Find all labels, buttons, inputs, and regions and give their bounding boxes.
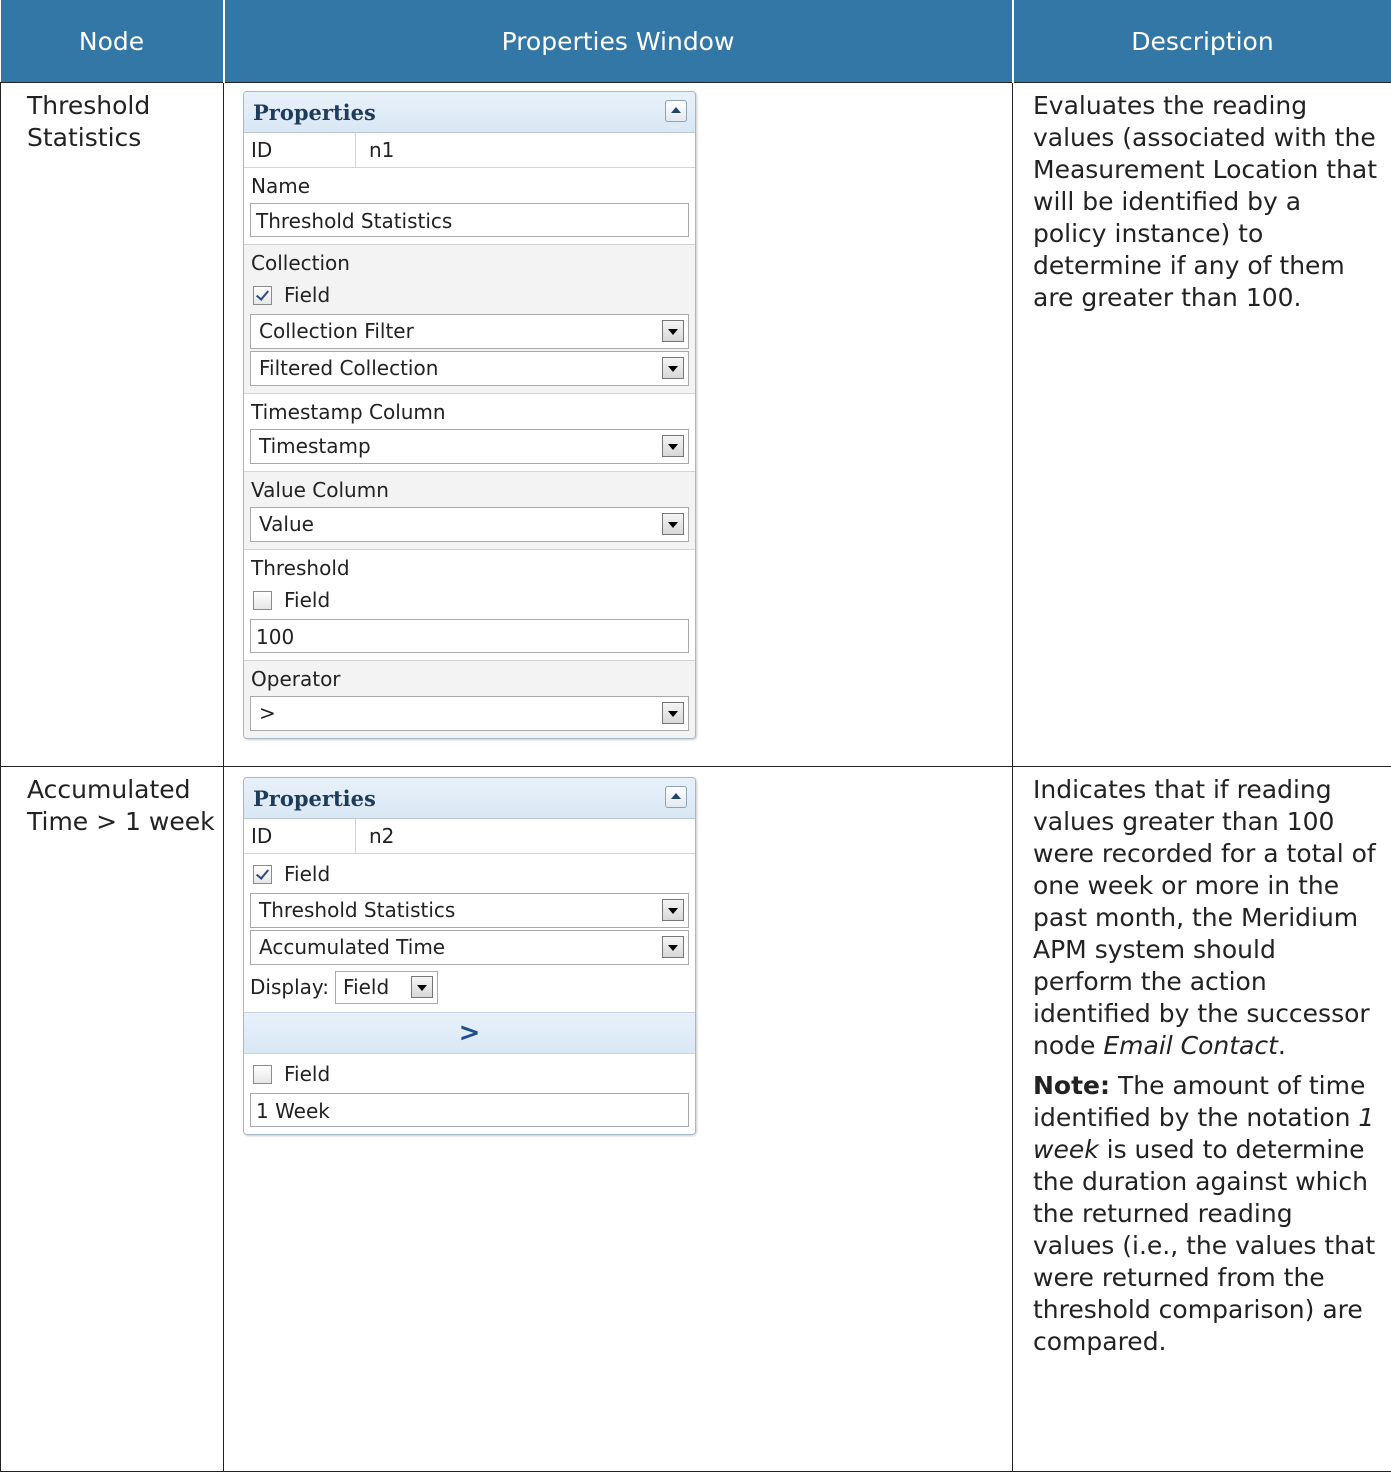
collection-filter-value: Collection Filter xyxy=(251,315,688,348)
id-label: ID xyxy=(244,819,356,853)
field-checkbox-row[interactable]: Field xyxy=(250,857,689,891)
display-row: Display: Field xyxy=(250,967,689,1007)
collection-filter-select[interactable]: Collection Filter xyxy=(250,314,689,349)
display-select[interactable]: Field xyxy=(335,971,438,1004)
note-label: Note: xyxy=(1033,1071,1110,1100)
timestamp-section: Timestamp Column Timestamp xyxy=(244,394,695,472)
dropdown-arrow-icon[interactable] xyxy=(662,702,684,724)
threshold-section: Threshold Field 100 xyxy=(244,550,695,661)
threshold-label: Threshold xyxy=(250,553,689,583)
right-operand-section: Field 1 Week xyxy=(244,1054,695,1134)
source-node-value: Threshold Statistics xyxy=(251,894,688,927)
table-row: Accumulated Time > 1 week Properties ID … xyxy=(1,767,1391,1472)
collection-field-label: Field xyxy=(284,283,330,307)
description-text: Indicates that if reading values greater… xyxy=(1033,775,1376,1060)
field-label: Field xyxy=(284,862,330,886)
value-column-value: Value xyxy=(251,508,688,541)
collection-section: Collection Field Collection Filter Filte… xyxy=(244,245,695,394)
unchecked-checkbox-icon[interactable] xyxy=(253,1065,272,1084)
dropdown-arrow-icon[interactable] xyxy=(662,357,684,379)
id-value: n2 xyxy=(356,819,394,853)
panel-header: Properties xyxy=(244,92,695,133)
field2-label: Field xyxy=(284,1062,330,1086)
field2-checkbox-row[interactable]: Field xyxy=(250,1057,689,1091)
checked-checkbox-icon[interactable] xyxy=(253,865,272,884)
id-label: ID xyxy=(244,133,356,167)
operator-label: Operator xyxy=(250,664,689,694)
table-row: Threshold Statistics Properties ID n1 Na… xyxy=(1,83,1391,767)
operator-value: > xyxy=(251,697,688,730)
threshold-input[interactable]: 100 xyxy=(250,619,689,653)
note-text-end: is used to determine the duration agains… xyxy=(1033,1135,1375,1356)
content-table: Node Properties Window Description Thres… xyxy=(0,0,1391,1472)
name-section: Name Threshold Statistics xyxy=(244,168,695,245)
id-row: ID n2 xyxy=(244,819,695,854)
panel-header: Properties xyxy=(244,778,695,819)
compare-value-input[interactable]: 1 Week xyxy=(250,1093,689,1127)
successor-node-name: Email Contact xyxy=(1103,1031,1278,1060)
header-node: Node xyxy=(1,0,224,83)
dropdown-arrow-icon[interactable] xyxy=(662,936,684,958)
value-column-label: Value Column xyxy=(250,475,689,505)
header-description: Description xyxy=(1013,0,1391,83)
description-period: . xyxy=(1278,1031,1286,1060)
node-name: Threshold Statistics xyxy=(1,83,223,154)
operator-select[interactable]: > xyxy=(250,696,689,731)
value-column-select[interactable]: Value xyxy=(250,507,689,542)
header-row: Node Properties Window Description xyxy=(1,0,1391,83)
dropdown-arrow-icon[interactable] xyxy=(662,513,684,535)
display-label: Display: xyxy=(250,975,329,999)
node-cell: Threshold Statistics xyxy=(1,83,224,767)
id-row: ID n1 xyxy=(244,133,695,168)
name-label: Name xyxy=(250,171,689,201)
panel-title: Properties xyxy=(253,786,376,811)
id-value: n1 xyxy=(356,133,394,167)
properties-panel: Properties ID n1 Name Threshold Statisti… xyxy=(243,91,696,739)
panel-title: Properties xyxy=(253,100,376,125)
properties-panel: Properties ID n2 Field Threshold Statist… xyxy=(243,777,696,1135)
node-name: Accumulated Time > 1 week xyxy=(1,767,223,838)
properties-cell: Properties ID n2 Field Threshold Statist… xyxy=(224,767,1013,1472)
operator-section: Operator > xyxy=(244,661,695,738)
description-cell: Indicates that if reading values greater… xyxy=(1013,767,1391,1472)
threshold-field-checkbox-row[interactable]: Field xyxy=(250,583,689,617)
collection-field-checkbox-row[interactable]: Field xyxy=(250,278,689,312)
timestamp-label: Timestamp Column xyxy=(250,397,689,427)
checked-checkbox-icon[interactable] xyxy=(253,286,272,305)
description-block: Indicates that if reading values greater… xyxy=(1013,767,1391,1358)
description-paragraph: Indicates that if reading values greater… xyxy=(1033,774,1381,1062)
source-node-select[interactable]: Threshold Statistics xyxy=(250,893,689,928)
collapse-arrow-icon[interactable] xyxy=(665,100,687,122)
dropdown-arrow-icon[interactable] xyxy=(662,320,684,342)
operator-band[interactable]: > xyxy=(244,1012,695,1054)
dropdown-arrow-icon[interactable] xyxy=(662,435,684,457)
source-output-select[interactable]: Accumulated Time xyxy=(250,930,689,965)
collection-label: Collection xyxy=(250,248,689,278)
value-section: Value Column Value xyxy=(244,472,695,550)
timestamp-select[interactable]: Timestamp xyxy=(250,429,689,464)
unchecked-checkbox-icon[interactable] xyxy=(253,591,272,610)
description-text: Evaluates the reading values (associated… xyxy=(1013,83,1391,314)
filtered-collection-value: Filtered Collection xyxy=(251,352,688,385)
name-input[interactable]: Threshold Statistics xyxy=(250,203,689,237)
description-cell: Evaluates the reading values (associated… xyxy=(1013,83,1391,767)
timestamp-value: Timestamp xyxy=(251,430,688,463)
note-paragraph: Note: The amount of time identified by t… xyxy=(1033,1070,1381,1358)
threshold-field-label: Field xyxy=(284,588,330,612)
left-operand-section: Field Threshold Statistics Accumulated T… xyxy=(244,854,695,1012)
dropdown-arrow-icon[interactable] xyxy=(662,899,684,921)
dropdown-arrow-icon[interactable] xyxy=(411,976,433,998)
source-output-value: Accumulated Time xyxy=(251,931,688,964)
collapse-arrow-icon[interactable] xyxy=(665,786,687,808)
properties-cell: Properties ID n1 Name Threshold Statisti… xyxy=(224,83,1013,767)
node-cell: Accumulated Time > 1 week xyxy=(1,767,224,1472)
header-properties: Properties Window xyxy=(224,0,1013,83)
filtered-collection-select[interactable]: Filtered Collection xyxy=(250,351,689,386)
